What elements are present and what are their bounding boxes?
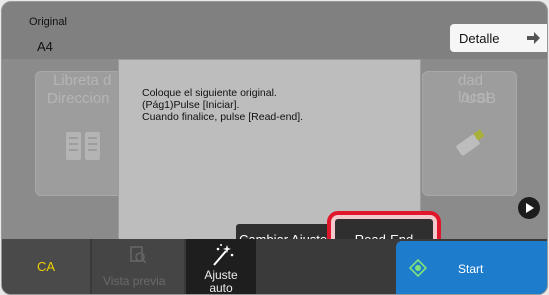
top-bar: Original A4 Detalle (2, 2, 547, 59)
next-page-button[interactable] (518, 197, 540, 219)
address-book-tile[interactable]: Libreta d Direccion (35, 71, 125, 196)
play-icon (525, 203, 534, 213)
detail-label: Detalle (459, 30, 500, 46)
address-book-label-line1: Libreta d (53, 72, 112, 89)
original-value[interactable]: A4 (37, 39, 53, 54)
dialog-message: Coloque el siguiente original. (Pág1)Pul… (142, 87, 303, 123)
screen-frame: Original A4 Detalle Libreta d Direccion … (1, 1, 548, 295)
address-book-icon (66, 132, 100, 160)
auto-adjust-button[interactable]: Ajuste auto (186, 239, 256, 294)
main-area: Libreta d Direccion dad local /USB Coloq… (2, 59, 547, 267)
start-button[interactable]: Start (396, 241, 547, 294)
preview-label: Vista previa (103, 274, 166, 288)
address-book-label-line2: Direccion (47, 90, 110, 107)
original-label: Original (29, 16, 67, 28)
preview-button[interactable]: Vista previa (92, 239, 184, 294)
arrow-right-icon (527, 32, 540, 44)
detail-button[interactable]: Detalle (450, 24, 547, 52)
auto-adjust-line2: auto (209, 281, 233, 295)
magic-wand-icon (213, 244, 234, 266)
usb-icon (456, 129, 485, 156)
bottom-bar: CA Vista previa Ajuste auto Start (2, 239, 547, 294)
preview-icon (130, 246, 146, 264)
ca-button[interactable]: CA (2, 239, 90, 294)
start-label: Start (458, 262, 484, 276)
auto-adjust-label: Ajuste auto (186, 269, 256, 295)
local-drive-usb-tile[interactable]: dad local /USB (422, 71, 517, 196)
start-icon (409, 259, 427, 277)
dialog-line-3: Cuando finalice, pulse [Read-end]. (142, 111, 304, 123)
local-drive-label-line2: /USB (461, 90, 497, 107)
dialog-line-1: Coloque el siguiente original. (142, 87, 277, 99)
dialog-line-2: (Pág1)Pulse [Iniciar]. (142, 99, 240, 111)
